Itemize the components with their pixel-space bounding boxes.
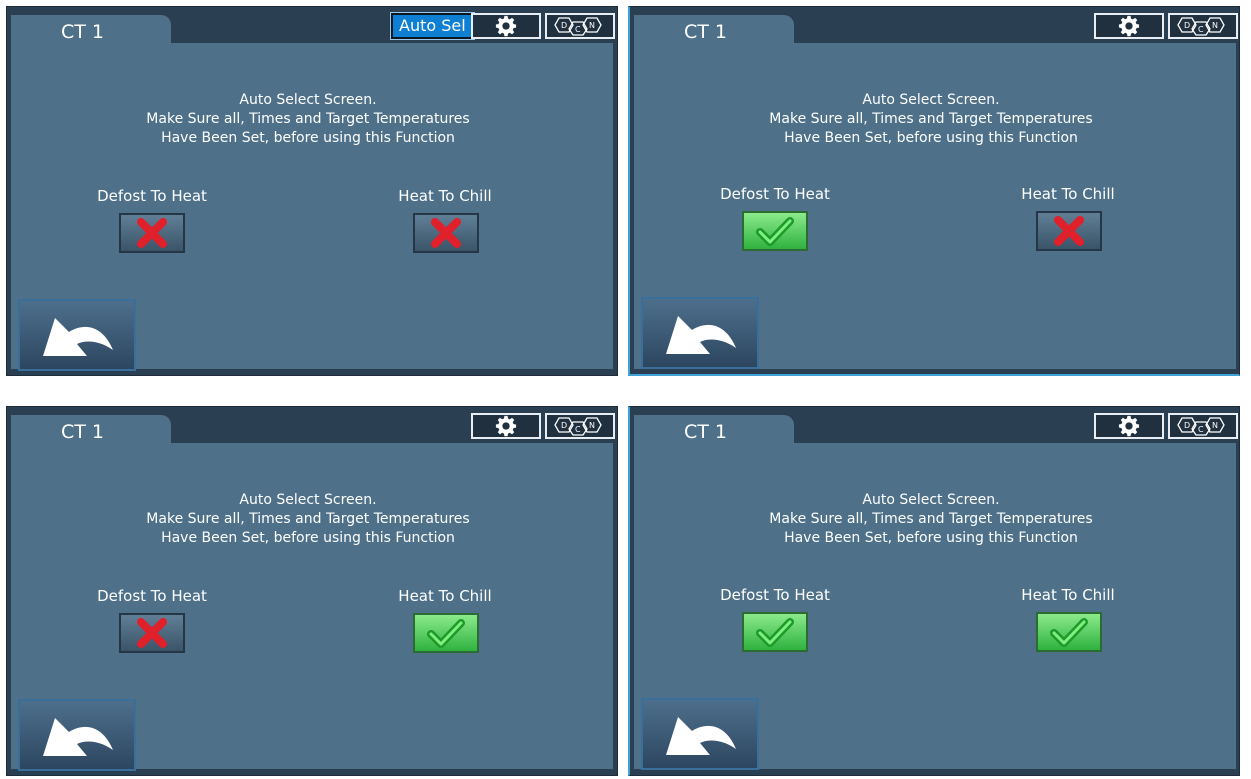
- heat-to-chill-label: Heat To Chill: [1021, 185, 1115, 203]
- back-arrow-icon: [43, 318, 113, 356]
- auto-sel-button[interactable]: Auto Sel: [390, 12, 475, 40]
- panel-2: CT 1 DCN Auto Select Screen. Make Sure a…: [628, 6, 1240, 376]
- svg-text:D: D: [561, 21, 567, 30]
- message-line: Make Sure all, Times and Target Temperat…: [146, 511, 470, 527]
- message-line: Make Sure all, Times and Target Temperat…: [146, 111, 470, 127]
- settings-button[interactable]: [1094, 13, 1164, 39]
- check-icon: [756, 618, 794, 647]
- dcn-logo-button[interactable]: DCN: [545, 13, 615, 39]
- svg-text:C: C: [1198, 25, 1204, 34]
- tab-ct1[interactable]: CT 1: [634, 415, 794, 445]
- x-icon: [137, 218, 167, 248]
- dcn-logo-icon: DCN: [554, 417, 602, 436]
- message-line: Have Been Set, before using this Functio…: [161, 130, 455, 146]
- svg-text:D: D: [561, 421, 567, 430]
- back-arrow-icon: [666, 717, 736, 755]
- panel-3: CT 1 DCN Auto Select Screen. Make Sure a…: [6, 406, 618, 776]
- message-line: Have Been Set, before using this Functio…: [784, 530, 1078, 546]
- message-line: Auto Select Screen.: [239, 92, 377, 108]
- heat-to-chill-toggle[interactable]: [413, 613, 479, 653]
- heat-to-chill-label: Heat To Chill: [1021, 586, 1115, 604]
- back-button[interactable]: [18, 299, 136, 371]
- message-line: Have Been Set, before using this Functio…: [161, 530, 455, 546]
- svg-text:C: C: [1198, 425, 1204, 434]
- tab-ct1[interactable]: CT 1: [11, 415, 171, 445]
- defrost-to-heat-toggle[interactable]: [119, 213, 185, 253]
- tab-ct1[interactable]: CT 1: [634, 15, 794, 45]
- svg-text:N: N: [1212, 421, 1218, 430]
- dcn-logo-button[interactable]: DCN: [1168, 13, 1238, 39]
- tab-label: CT 1: [684, 421, 728, 443]
- message-line: Make Sure all, Times and Target Temperat…: [769, 511, 1093, 527]
- instruction-text: Auto Select Screen. Make Sure all, Times…: [630, 491, 1232, 548]
- defrost-to-heat-label: Defost To Heat: [97, 587, 207, 605]
- message-line: Have Been Set, before using this Functio…: [784, 130, 1078, 146]
- message-line: Auto Select Screen.: [239, 492, 377, 508]
- gear-icon: [495, 15, 517, 37]
- back-button[interactable]: [641, 698, 759, 770]
- check-icon: [1050, 618, 1088, 647]
- svg-text:N: N: [1212, 21, 1218, 30]
- svg-text:D: D: [1184, 21, 1190, 30]
- back-button[interactable]: [641, 297, 759, 369]
- message-line: Make Sure all, Times and Target Temperat…: [769, 111, 1093, 127]
- instruction-text: Auto Select Screen. Make Sure all, Times…: [7, 91, 609, 148]
- defrost-to-heat-label: Defost To Heat: [97, 187, 207, 205]
- panel-1: CT 1 Auto Sel DCN Auto Select Screen. Ma…: [6, 6, 618, 376]
- svg-text:D: D: [1184, 421, 1190, 430]
- heat-to-chill-label: Heat To Chill: [398, 587, 492, 605]
- settings-button[interactable]: [471, 413, 541, 439]
- defrost-to-heat-toggle[interactable]: [742, 612, 808, 652]
- x-icon: [137, 618, 167, 648]
- back-button[interactable]: [18, 699, 136, 771]
- gear-icon: [495, 415, 517, 437]
- check-icon: [427, 619, 465, 648]
- dcn-logo-icon: DCN: [554, 17, 602, 36]
- heat-to-chill-label: Heat To Chill: [398, 187, 492, 205]
- back-arrow-icon: [666, 316, 736, 354]
- svg-text:N: N: [589, 421, 595, 430]
- x-icon: [431, 218, 461, 248]
- svg-text:C: C: [575, 425, 581, 434]
- tab-label: CT 1: [61, 421, 105, 443]
- tab-ct1[interactable]: CT 1: [11, 15, 171, 45]
- x-icon: [1054, 216, 1084, 246]
- svg-text:C: C: [575, 25, 581, 34]
- gear-icon: [1118, 15, 1140, 37]
- heat-to-chill-toggle[interactable]: [1036, 211, 1102, 251]
- dcn-logo-button[interactable]: DCN: [545, 413, 615, 439]
- defrost-to-heat-toggle[interactable]: [742, 211, 808, 251]
- back-arrow-icon: [43, 718, 113, 756]
- message-line: Auto Select Screen.: [862, 92, 1000, 108]
- check-icon: [756, 217, 794, 246]
- settings-button[interactable]: [1094, 413, 1164, 439]
- defrost-to-heat-label: Defost To Heat: [720, 586, 830, 604]
- instruction-text: Auto Select Screen. Make Sure all, Times…: [7, 491, 609, 548]
- tab-label: CT 1: [684, 21, 728, 43]
- settings-button[interactable]: [471, 13, 541, 39]
- dcn-logo-icon: DCN: [1177, 17, 1225, 36]
- dcn-logo-icon: DCN: [1177, 417, 1225, 436]
- message-line: Auto Select Screen.: [862, 492, 1000, 508]
- panel-4: CT 1 DCN Auto Select Screen. Make Sure a…: [628, 406, 1240, 776]
- tab-label: CT 1: [61, 21, 105, 43]
- heat-to-chill-toggle[interactable]: [413, 213, 479, 253]
- defrost-to-heat-toggle[interactable]: [119, 613, 185, 653]
- gear-icon: [1118, 415, 1140, 437]
- dcn-logo-button[interactable]: DCN: [1168, 413, 1238, 439]
- defrost-to-heat-label: Defost To Heat: [720, 185, 830, 203]
- svg-text:N: N: [589, 21, 595, 30]
- heat-to-chill-toggle[interactable]: [1036, 612, 1102, 652]
- instruction-text: Auto Select Screen. Make Sure all, Times…: [630, 91, 1232, 148]
